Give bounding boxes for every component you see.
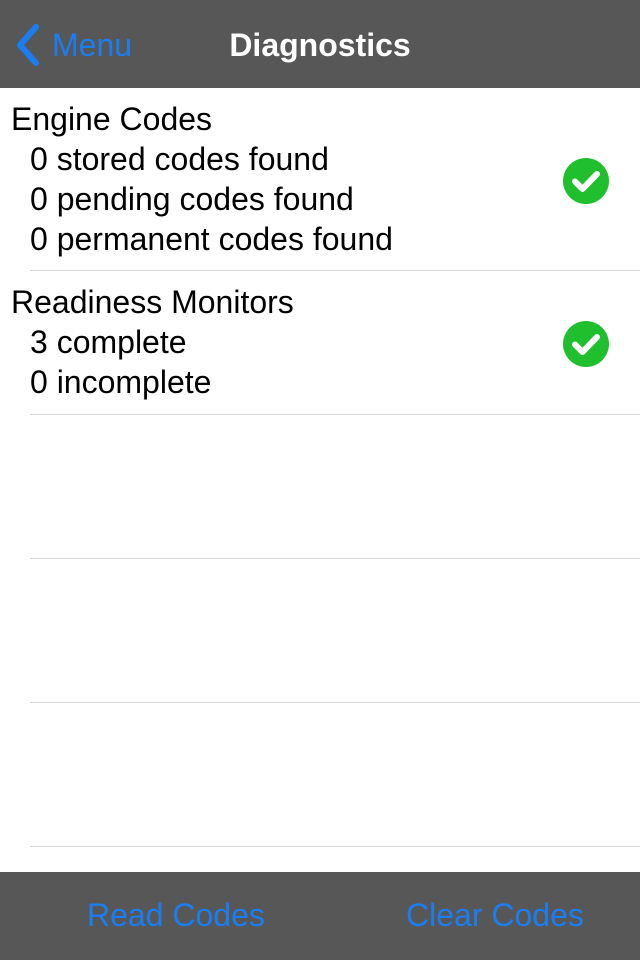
empty-list-row: [30, 703, 640, 847]
navigation-bar: Menu Diagnostics: [0, 0, 640, 88]
readiness-monitors-title: Readiness Monitors: [11, 284, 294, 320]
permanent-codes-text: 0 permanent codes found: [30, 221, 393, 257]
readiness-monitors-row[interactable]: Readiness Monitors 3 complete 0 incomple…: [11, 271, 640, 415]
engine-codes-title: Engine Codes: [11, 101, 213, 137]
clear-codes-button[interactable]: Clear Codes: [406, 892, 584, 938]
diagnostics-screen: Menu Diagnostics Engine Codes 0 stored c…: [0, 0, 640, 960]
check-circle-icon: [563, 321, 609, 367]
stored-codes-text: 0 stored codes found: [30, 141, 329, 177]
check-circle-icon: [563, 158, 609, 204]
pending-codes-text: 0 pending codes found: [30, 181, 354, 217]
empty-list-row: [30, 559, 640, 703]
empty-list-row: [30, 415, 640, 559]
read-codes-button[interactable]: Read Codes: [87, 892, 265, 938]
page-title: Diagnostics: [229, 27, 411, 63]
complete-monitors-text: 3 complete: [30, 324, 187, 360]
engine-codes-row[interactable]: Engine Codes 0 stored codes found 0 pend…: [11, 88, 640, 271]
diagnostics-list: Engine Codes 0 stored codes found 0 pend…: [0, 88, 640, 872]
bottom-toolbar: Read Codes Clear Codes: [0, 872, 640, 960]
incomplete-monitors-text: 0 incomplete: [30, 364, 212, 400]
